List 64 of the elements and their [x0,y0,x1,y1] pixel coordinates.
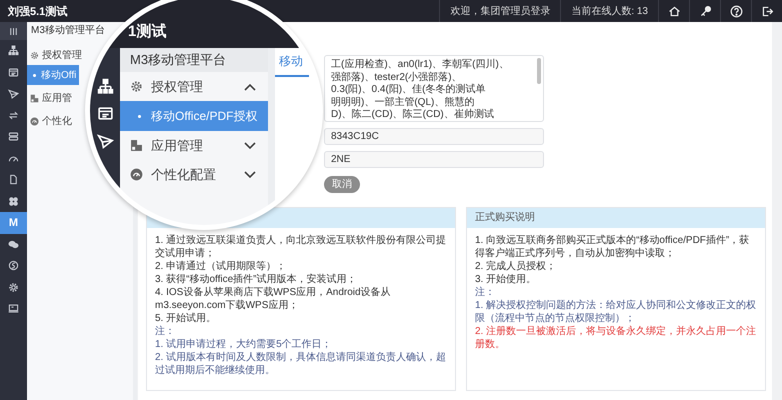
key-icon[interactable] [698,4,712,18]
instruction-line: 2. 申请通过（试用期限等）； [155,260,288,272]
input-field[interactable]: 8343C19C [324,128,544,145]
recipient-line: 0.3(阳)、0.4(阳)、佳(冬冬的测试单 [331,84,486,96]
sidebar-title: M3移动管理平台 [120,48,268,72]
cubes-icon [130,139,143,152]
instruction-line: 1. 试用申请过程，大约需要5个工作日； [155,338,333,350]
chat-icon [8,238,19,250]
gear-icon [8,282,19,293]
gear-icon [30,50,39,60]
instruction-line: 2. 注册数一旦被激活后，将与设备永久绑定，并永久占用一个注册数。 [474,324,757,350]
instruction-line: 1. 通过致远互联渠道负责人，向北京致远互联软件股份有限公司提交试用申请； [155,234,447,260]
recipient-line: 明明明)、一部主管(QL)、熊慧的 [331,96,476,108]
sitemap-icon[interactable] [96,78,114,95]
instruction-line: 注： [155,324,176,338]
gauge-icon [130,168,143,181]
recipient-line: 工(应用检查)、an0(lr1)、李朝军(四川)、 [331,59,510,72]
sitemap-icon [8,45,19,56]
menu-icon [8,26,19,36]
gear-icon [130,80,143,93]
apps-icon [8,196,19,207]
form-icon[interactable] [96,105,114,122]
recipient-line: 强部落)、tester2(小强部落)、 [331,72,463,84]
recipient-line: D)、陈二(CD)、陈三(CD)、崔帅测试 [331,109,495,122]
sidebar-item[interactable]: 应用管 [27,88,73,108]
home-icon[interactable] [668,4,680,18]
sidebar-title: M3移动管理平台 [31,24,105,36]
rail-item[interactable] [0,22,27,40]
instruction-line: 2. 试用版本有时间及人数限制，具体信息请同渠道负责人确认，超过试用期后不能继续使用。 [155,350,447,376]
sidebar-item[interactable]: 应用管理 [120,131,268,160]
panel-title: 正式购买说明 [466,208,765,228]
scrollbar[interactable] [537,58,541,84]
app-title: 1测试 [128,22,166,41]
instruction-line: 注： [474,286,496,298]
app-title: 刘强5.1测试 [6,4,68,18]
chevron-down-icon[interactable] [244,142,256,150]
swirl-icon [8,260,19,272]
instruction-line: 3. 获得“移动office插件”试用版本，安装试用； [155,272,358,286]
help-icon[interactable] [730,4,742,18]
recipients-field[interactable]: 工(应用检查)、an0(lr1)、李朝军(四川)、 强部落)、tester2(小强部落)、 0.3(阳)、0.4(阳)、佳(冬冬的测试单 明明明)、一部主管(QL)、熊慧的 D)、陈二(CD)、陈三(CD)、崔帅测试 [324,55,544,122]
form-icon [8,66,19,78]
instruction-line: 2. 完成人员授权； [474,260,558,272]
sidebar-item[interactable]: 授权管理 [27,45,83,65]
chevron-down-icon[interactable] [244,170,256,178]
logout-icon[interactable] [760,4,774,18]
gauge-icon [30,116,39,126]
instruction-line: 1. 解决授权控制问题的方法：给对应人协同和公文修改正文的权限（流程中节点的节点权限控制）； [474,298,757,324]
stack-icon [8,131,19,142]
chevron-up-icon[interactable] [244,82,256,90]
input-field[interactable]: 2NE [324,151,544,168]
transfer-icon [8,110,19,121]
monitor-icon [8,303,19,314]
instruction-line: 4. IOS设备从苹果商店下载WPS应用，Android设备从m3.seeyon.com下载WPS应用； [155,286,392,312]
instruction-line: 1. 向致远互联商务部购买正式版本的“移动office/PDF插件”，获得客户端正式序列号，自动从加密狗中读取； [474,234,750,260]
sidebar-item[interactable]: 授权管理 [120,72,268,101]
instruction-line: 3. 开始使用。 [474,272,538,286]
document-icon [8,174,19,186]
sidebar-item[interactable]: 个性化 [27,111,73,131]
paper-plane-icon[interactable] [96,132,114,149]
tab[interactable]: 移动 [275,53,309,77]
cubes-icon [30,94,39,102]
paper-plane-icon [8,88,19,100]
instruction-line: 5. 开始试用。 [155,312,218,324]
sidebar-item[interactable]: 个性化配置 [120,160,268,189]
